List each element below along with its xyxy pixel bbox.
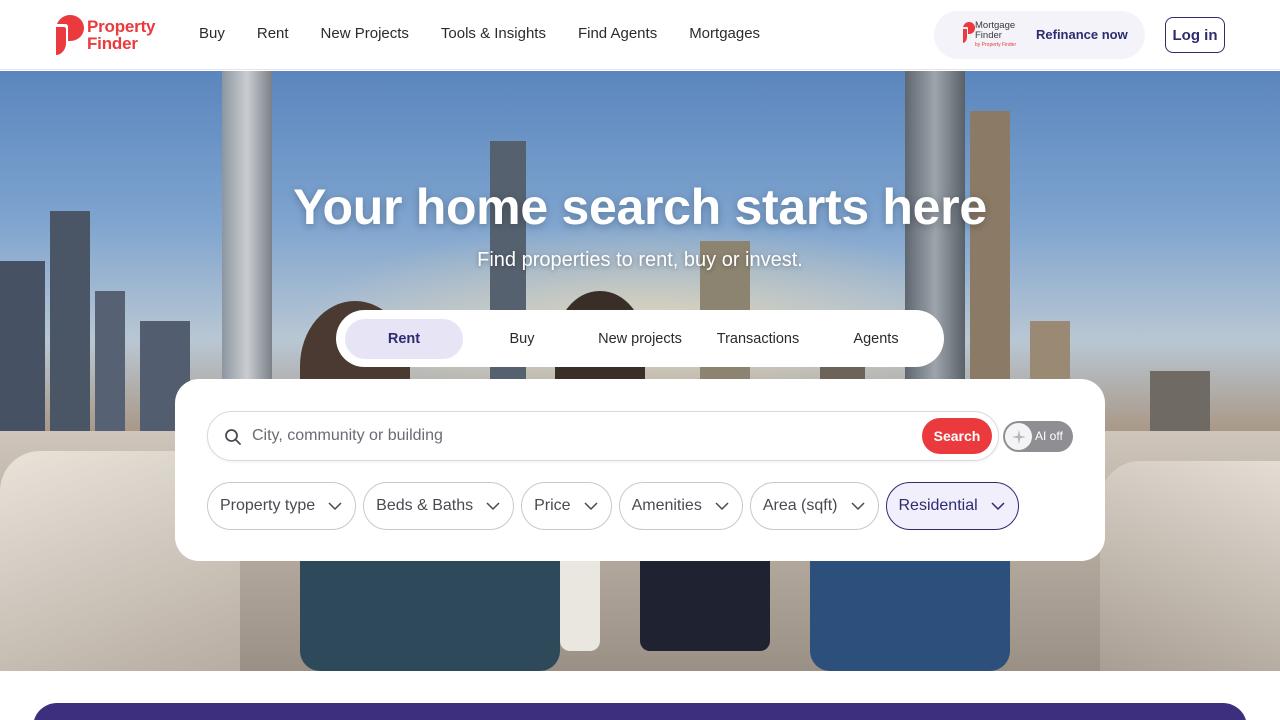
filter-category-residential[interactable]: Residential <box>885 482 1019 530</box>
filter-amenities[interactable]: Amenities <box>618 482 743 530</box>
nav-rent[interactable]: Rent <box>257 25 289 43</box>
main-nav: Buy Rent New Projects Tools & Insights F… <box>199 25 792 43</box>
search-icon <box>225 429 241 445</box>
property-finder-logo-icon <box>56 15 84 55</box>
sofa-cushion <box>1100 461 1280 671</box>
hero-title: Your home search starts here <box>293 179 987 235</box>
filter-label: Property type <box>220 497 316 514</box>
refinance-label: Refinance now <box>1036 27 1128 42</box>
nav-mortgages[interactable]: Mortgages <box>689 25 760 43</box>
tab-new-projects[interactable]: New projects <box>581 319 699 359</box>
nav-find-agents[interactable]: Find Agents <box>578 25 657 43</box>
search-button[interactable]: Search <box>922 418 992 454</box>
ai-sparkle-icon <box>1005 423 1032 450</box>
background-building <box>0 261 45 441</box>
filter-price[interactable]: Price <box>521 482 612 530</box>
hero-section: Your home search starts here Find proper… <box>0 71 1280 671</box>
mortgage-finder-logo-icon <box>963 22 975 43</box>
person <box>560 551 600 651</box>
search-filters: Property type Beds & Baths Price Ameniti… <box>207 482 1026 530</box>
property-finder-logo[interactable]: Property Finder <box>55 13 156 57</box>
tab-agents[interactable]: Agents <box>817 319 935 359</box>
chevron-down-icon <box>850 502 865 511</box>
filter-label: Residential <box>898 497 978 514</box>
search-bar: Search <box>207 411 999 461</box>
chevron-down-icon <box>486 502 500 511</box>
filter-label: Beds & Baths <box>376 497 474 514</box>
chevron-down-icon <box>584 502 598 511</box>
filter-area[interactable]: Area (sqft) <box>749 482 879 530</box>
login-button[interactable]: Log in <box>1165 17 1225 53</box>
search-card: Search AI off Property type Beds & Baths… <box>175 379 1105 561</box>
tab-rent[interactable]: Rent <box>345 318 463 359</box>
filter-beds-baths[interactable]: Beds & Baths <box>363 482 515 530</box>
background-building <box>95 291 125 441</box>
ai-toggle-label: AI off <box>1035 429 1063 443</box>
top-header: Property Finder Buy Rent New Projects To… <box>0 0 1280 70</box>
search-input[interactable] <box>252 422 912 450</box>
chevron-down-icon <box>328 502 342 511</box>
chevron-down-icon <box>715 502 729 511</box>
tab-transactions[interactable]: Transactions <box>699 319 817 359</box>
mortgage-finder-logo-text: Mortgage Finder <box>975 20 1016 41</box>
search-category-tabs: Rent Buy New projects Transactions Agent… <box>336 310 944 367</box>
hero-subtitle: Find properties to rent, buy or invest. <box>477 249 803 271</box>
promo-banner <box>33 703 1247 720</box>
tab-buy[interactable]: Buy <box>463 319 581 359</box>
refinance-promo-button[interactable]: Mortgage Finder by Property Finder Refin… <box>934 11 1145 59</box>
nav-new-projects[interactable]: New Projects <box>321 25 409 43</box>
nav-buy[interactable]: Buy <box>199 25 225 43</box>
filter-label: Price <box>534 497 571 514</box>
filter-property-type[interactable]: Property type <box>207 482 357 530</box>
person <box>640 551 770 651</box>
chevron-down-icon <box>991 502 1005 511</box>
background-building <box>50 211 90 441</box>
filter-label: Area (sqft) <box>762 497 838 514</box>
filter-label: Amenities <box>631 497 702 514</box>
mortgage-finder-logo-sub: by Property Finder <box>975 42 1017 48</box>
logo-text-line1: Property <box>87 17 156 36</box>
nav-tools-insights[interactable]: Tools & Insights <box>441 25 546 43</box>
logo-text-line2: Finder <box>87 34 138 53</box>
ai-toggle[interactable]: AI off <box>1003 421 1073 452</box>
